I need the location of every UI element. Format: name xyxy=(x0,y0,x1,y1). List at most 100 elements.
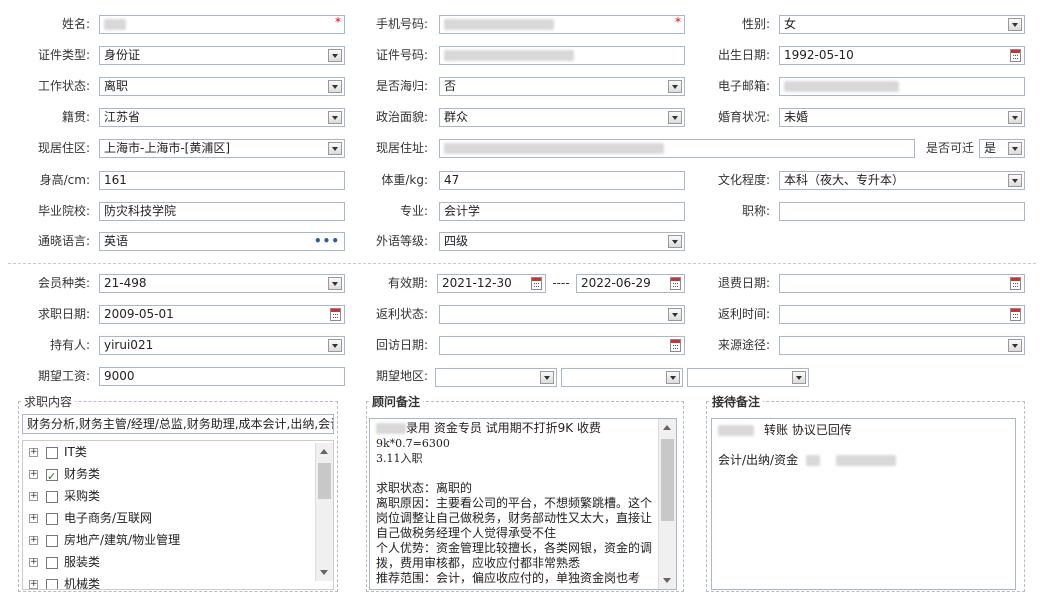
weight-field[interactable]: 47 xyxy=(439,171,685,190)
scroll-up-icon[interactable] xyxy=(320,449,328,454)
school-field[interactable]: 防灾科技学院 xyxy=(99,202,345,221)
holder-select[interactable]: yirui021 xyxy=(99,336,345,355)
birth-date-field[interactable]: 1992-05-10 xyxy=(779,46,1025,65)
chevron-down-icon[interactable] xyxy=(1008,142,1022,155)
scroll-up-icon[interactable] xyxy=(663,425,671,430)
more-icon[interactable]: ••• xyxy=(314,233,340,250)
scroll-thumb[interactable] xyxy=(318,463,331,499)
tree-item[interactable]: + 房地产/建筑/物业管理 xyxy=(29,529,180,551)
checkbox[interactable] xyxy=(46,466,58,488)
lang-level-select[interactable]: 四级 xyxy=(439,232,685,251)
chevron-down-icon[interactable] xyxy=(1008,339,1022,352)
chevron-down-icon[interactable] xyxy=(668,308,682,321)
checkbox[interactable] xyxy=(46,534,58,547)
reception-notes-textarea[interactable]: 转账 协议已回传 会计/出纳/资金 xyxy=(711,418,1016,590)
id-type-select[interactable]: 身份证 xyxy=(99,46,345,65)
expand-icon[interactable]: + xyxy=(29,558,38,567)
tree-item[interactable]: + 采购类 xyxy=(29,485,100,507)
phone-field[interactable] xyxy=(439,15,685,34)
chevron-down-icon[interactable] xyxy=(1008,174,1022,187)
visit-date-field[interactable] xyxy=(439,336,685,355)
name-field[interactable] xyxy=(99,15,345,34)
expand-icon[interactable]: + xyxy=(29,580,38,589)
id-type-label: 证件类型: xyxy=(37,48,90,62)
chevron-down-icon[interactable] xyxy=(540,371,554,384)
advisor-note-line: 推荐范围：会计，偏应收应付的，单独资金岗也考 xyxy=(376,571,641,585)
political-select[interactable]: 群众 xyxy=(439,108,685,127)
rebate-status-select[interactable] xyxy=(439,305,685,324)
job-summary-field[interactable]: 财务分析,财务主管/经理/总监,财务助理,成本会计,出纳,会计 xyxy=(22,414,334,434)
calendar-icon[interactable] xyxy=(1010,49,1021,62)
checkbox[interactable] xyxy=(46,556,58,569)
advisor-notes-textarea[interactable]: 录用 资金专员 试用期不打折9K 收费 9k*0.7=6300 3.11入职 求… xyxy=(369,418,677,590)
calendar-icon[interactable] xyxy=(1010,308,1021,321)
chevron-down-icon[interactable] xyxy=(1008,18,1022,31)
expand-icon[interactable]: + xyxy=(29,514,38,523)
source-select[interactable] xyxy=(779,336,1025,355)
current-area-select[interactable]: 上海市-上海市-[黄浦区] xyxy=(99,139,345,158)
id-no-field[interactable] xyxy=(439,46,685,65)
chevron-down-icon[interactable] xyxy=(668,235,682,248)
chevron-down-icon[interactable] xyxy=(328,339,342,352)
checkbox[interactable] xyxy=(46,490,58,503)
calendar-icon[interactable] xyxy=(1010,277,1021,290)
advisor-note-line: 9k*0.7=6300 xyxy=(376,437,450,450)
calendar-icon[interactable] xyxy=(330,308,341,321)
returnee-select[interactable]: 否 xyxy=(439,77,685,96)
chevron-down-icon[interactable] xyxy=(328,49,342,62)
scrollbar[interactable] xyxy=(658,419,676,589)
member-type-select[interactable]: 21-498 xyxy=(99,274,345,293)
refund-date-field[interactable] xyxy=(779,274,1025,293)
calendar-icon[interactable] xyxy=(531,277,542,290)
marital-select[interactable]: 未婚 xyxy=(779,108,1025,127)
chevron-down-icon[interactable] xyxy=(328,111,342,124)
relocate-select[interactable]: 是 xyxy=(979,139,1025,158)
expand-icon[interactable]: + xyxy=(29,448,38,457)
scroll-thumb[interactable] xyxy=(661,439,674,521)
checkbox[interactable] xyxy=(46,512,58,525)
language-field[interactable]: 英语 ••• xyxy=(99,232,345,251)
tree-item[interactable]: + 服装类 xyxy=(29,551,100,573)
expand-icon[interactable]: + xyxy=(29,470,38,479)
chevron-down-icon[interactable] xyxy=(328,80,342,93)
tree-item[interactable]: + 财务类 xyxy=(29,463,100,488)
chevron-down-icon[interactable] xyxy=(1008,111,1022,124)
checkbox[interactable] xyxy=(46,578,58,589)
valid-to-field[interactable]: 2022-06-29 xyxy=(576,274,685,293)
chevron-down-icon[interactable] xyxy=(668,80,682,93)
major-field[interactable]: 会计学 xyxy=(439,202,685,221)
scroll-down-icon[interactable] xyxy=(663,578,671,583)
calendar-icon[interactable] xyxy=(670,339,681,352)
scroll-down-icon[interactable] xyxy=(320,570,328,575)
valid-from-field[interactable]: 2021-12-30 xyxy=(437,274,546,293)
education-select[interactable]: 本科（夜大、专升本） xyxy=(779,171,1025,190)
area-province-select[interactable] xyxy=(435,368,557,387)
chevron-down-icon[interactable] xyxy=(792,371,806,384)
rebate-time-field[interactable] xyxy=(779,305,1025,324)
current-addr-field[interactable] xyxy=(439,139,915,158)
title-field[interactable] xyxy=(779,202,1025,221)
expand-icon[interactable]: + xyxy=(29,492,38,501)
tree-item[interactable]: + 机械类 xyxy=(29,573,100,589)
area-city-select[interactable] xyxy=(561,368,683,387)
chevron-down-icon[interactable] xyxy=(328,277,342,290)
checkbox[interactable] xyxy=(46,446,58,459)
job-date-field[interactable]: 2009-05-01 xyxy=(99,305,345,324)
job-category-tree[interactable]: + IT类 + 财务类 + 采购类 + 电子商务/互联网 + 房地产/建筑/物业管理 + 服… xyxy=(22,440,334,590)
height-field[interactable]: 161 xyxy=(99,171,345,190)
salary-field[interactable]: 9000 xyxy=(99,367,345,386)
tree-item[interactable]: + 电子商务/互联网 xyxy=(29,507,152,529)
expand-icon[interactable]: + xyxy=(29,536,38,545)
chevron-down-icon[interactable] xyxy=(666,371,680,384)
chevron-down-icon[interactable] xyxy=(328,142,342,155)
reception-note-line1: 转账 协议已回传 xyxy=(764,423,852,437)
work-status-select[interactable]: 离职 xyxy=(99,77,345,96)
native-select[interactable]: 江苏省 xyxy=(99,108,345,127)
calendar-icon[interactable] xyxy=(670,277,681,290)
scrollbar[interactable] xyxy=(315,443,333,581)
email-field[interactable] xyxy=(779,77,1025,96)
gender-select[interactable]: 女 xyxy=(779,15,1025,34)
chevron-down-icon[interactable] xyxy=(668,111,682,124)
area-district-select[interactable] xyxy=(687,368,809,387)
tree-item[interactable]: + IT类 xyxy=(29,441,87,463)
